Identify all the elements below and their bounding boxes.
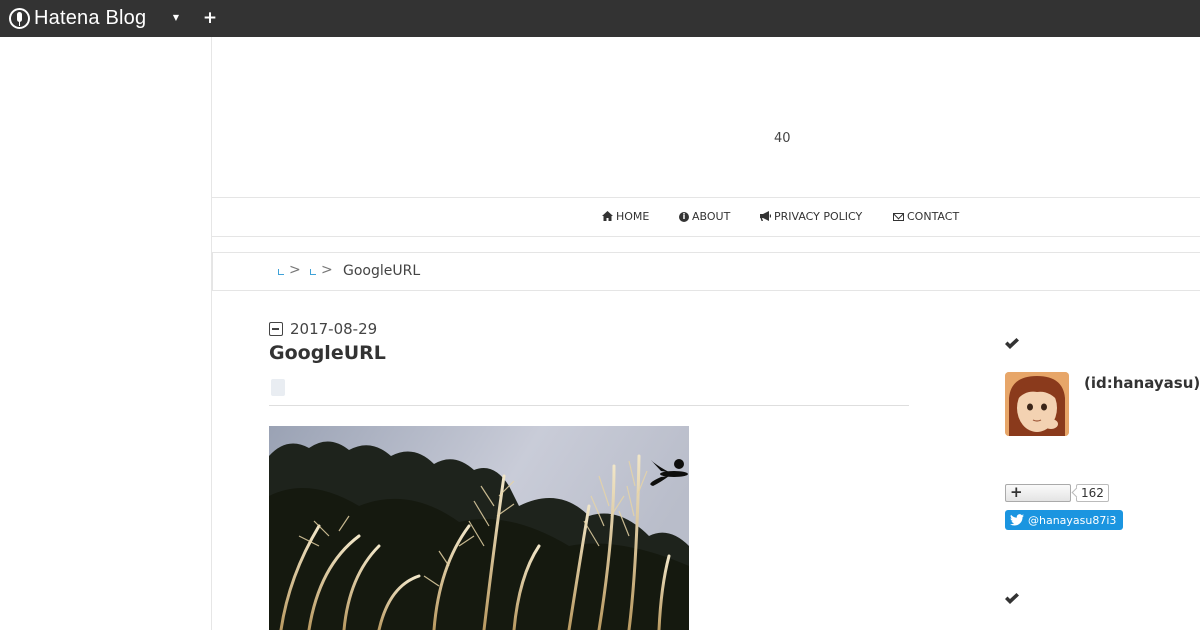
entry-date-text: 2017-08-29 xyxy=(290,320,378,338)
nav-contact-link[interactable]: CONTACT xyxy=(893,210,959,223)
breadcrumb: > > GoogleURL xyxy=(212,252,1200,291)
entry-category-tag[interactable] xyxy=(271,379,285,396)
breadcrumb-separator: > xyxy=(289,262,301,278)
pampas-grass-photo xyxy=(269,426,689,630)
blog-description: 40 xyxy=(774,131,791,146)
entry-divider xyxy=(269,405,909,406)
nav-privacy-policy-label: PRIVACY POLICY xyxy=(774,210,863,223)
checkmark-icon xyxy=(1005,338,1020,353)
left-column xyxy=(0,37,212,630)
entry-title[interactable]: GoogleURL xyxy=(269,342,386,364)
nav-about-label: ABOUT xyxy=(692,210,731,223)
breadcrumb-current: GoogleURL xyxy=(343,263,421,279)
hatena-blog-brand[interactable]: Hatena Blog xyxy=(9,7,146,29)
twitter-bird-icon xyxy=(1010,514,1024,526)
nav-about-link[interactable]: i ABOUT xyxy=(679,210,730,223)
caret-down-icon[interactable]: ▼ xyxy=(170,12,182,24)
nav-contact-label: CONTACT xyxy=(907,210,960,223)
plus-icon[interactable]: + xyxy=(202,9,218,27)
hatena-logo-icon xyxy=(9,7,30,29)
bullhorn-icon xyxy=(760,211,771,222)
breadcrumb-separator: > xyxy=(321,262,333,278)
home-icon xyxy=(602,211,613,222)
nav-home-link[interactable]: HOME xyxy=(602,210,649,223)
calendar-icon xyxy=(269,322,283,336)
nav-home-label: HOME xyxy=(616,210,650,223)
entry-date[interactable]: 2017-08-29 xyxy=(269,320,377,338)
hatena-bookmark-button[interactable]: + xyxy=(1005,483,1071,502)
breadcrumb-link-category[interactable] xyxy=(310,269,316,275)
nav-privacy-policy-link[interactable]: PRIVACY POLICY xyxy=(760,210,862,223)
hatena-topbar: Hatena Blog ▼ + xyxy=(0,0,1200,37)
blog-header: 40 xyxy=(212,37,1200,197)
brand-name: Hatena Blog xyxy=(34,6,147,29)
info-icon: i xyxy=(679,211,689,222)
envelope-icon xyxy=(893,212,904,221)
breadcrumb-link-home[interactable] xyxy=(278,269,284,275)
twitter-handle: @hanayasu87i3 xyxy=(1028,513,1117,527)
plus-icon: + xyxy=(1010,483,1023,501)
author-avatar[interactable] xyxy=(1005,372,1069,436)
entry-photo xyxy=(269,426,689,630)
hatena-bookmark-count: 162 xyxy=(1076,484,1109,502)
author-id[interactable]: (id:hanayasu) xyxy=(1084,374,1200,392)
global-nav: HOME i ABOUT PRIVACY POLICY CONTACT xyxy=(212,197,1200,237)
twitter-follow-button[interactable]: @hanayasu87i3 xyxy=(1005,510,1124,530)
checkmark-icon xyxy=(1005,593,1020,608)
